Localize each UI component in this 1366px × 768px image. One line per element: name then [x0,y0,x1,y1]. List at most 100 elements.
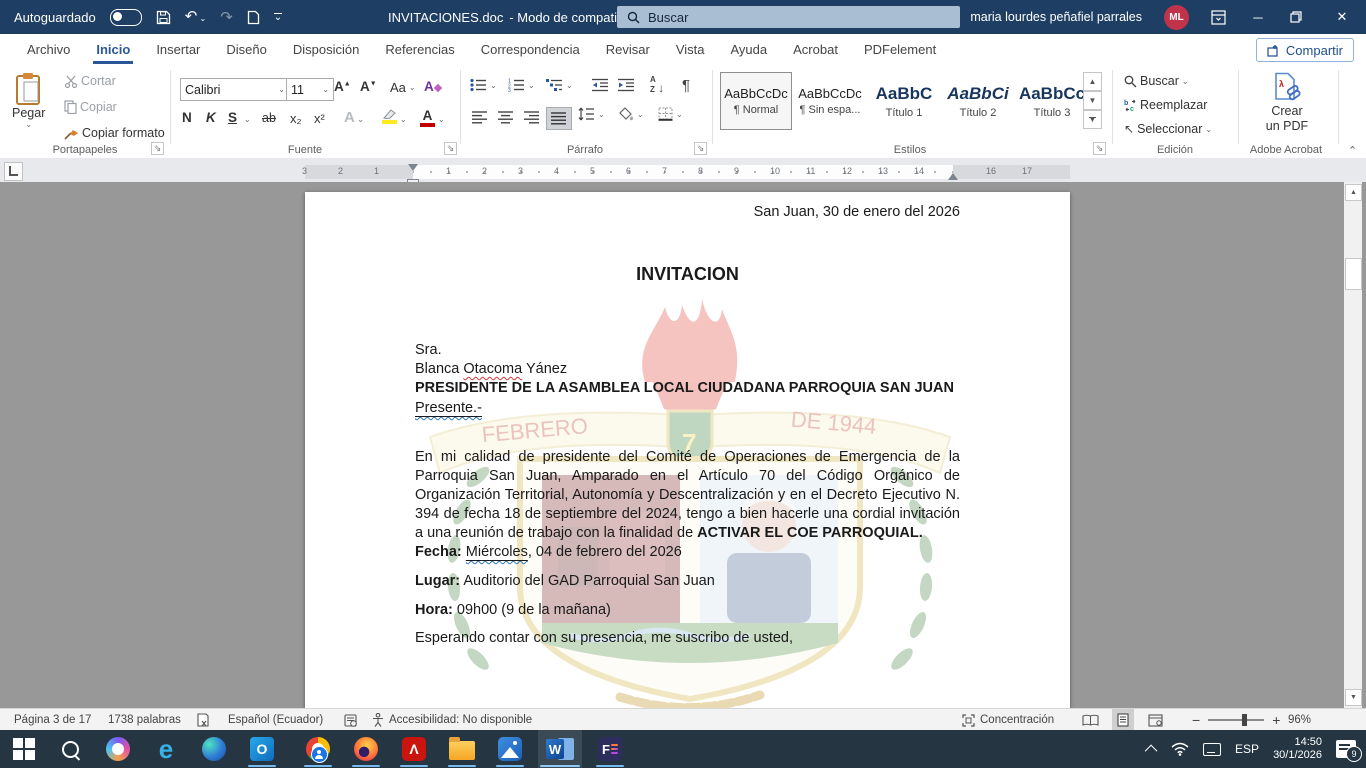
focus-mode-button[interactable]: Concentración [962,709,1054,731]
autosave-toggle[interactable] [110,9,142,26]
shrink-font-button[interactable]: A▼ [360,79,377,94]
new-document-icon[interactable] [247,10,260,25]
underline-chevron[interactable]: ⌄ [244,115,251,124]
font-color-button[interactable]: A [420,108,435,127]
right-indent-marker[interactable] [948,173,958,180]
find-button[interactable]: Buscar⌄ [1124,74,1189,88]
language-indicator[interactable]: Español (Ecuador) [228,709,323,731]
tray-expand-icon[interactable] [1145,744,1158,757]
italic-button[interactable]: K [206,110,216,125]
styles-scroll-down[interactable]: ▼ [1083,91,1102,110]
start-button[interactable] [2,730,46,768]
undo-icon[interactable]: ↶ ⌄ [185,9,207,26]
tab-revisar[interactable]: Revisar [593,34,663,64]
clock[interactable]: 14:50 30/1/2026 [1273,736,1322,762]
subscript-button[interactable]: x₂ [290,111,302,126]
notification-center-icon[interactable]: 9 [1336,740,1356,758]
word-count[interactable]: 1738 palabras [108,709,181,731]
taskbar-file-explorer-icon[interactable] [440,730,484,768]
zoom-slider[interactable] [1208,719,1264,721]
accessibility-status[interactable]: Accesibilidad: No disponible [372,709,532,731]
collapse-ribbon-button[interactable]: ⌃ [1348,144,1357,157]
restore-button[interactable] [1290,11,1310,23]
tab-inicio[interactable]: Inicio [83,34,143,64]
style-t-tulo-3[interactable]: AaBbCcTítulo 3 [1016,72,1088,130]
save-icon[interactable] [156,10,171,25]
taskbar-pdfelement-icon[interactable]: F [588,730,632,768]
highlight-chevron[interactable]: ⌄ [400,115,407,124]
minimize-button[interactable]: ─ [1248,10,1268,25]
print-layout-button[interactable] [1112,709,1134,731]
align-center-button[interactable] [494,107,518,128]
styles-dialog-launcher[interactable]: ⇘ [1093,142,1106,155]
tab-vista[interactable]: Vista [663,34,718,64]
read-mode-button[interactable] [1082,709,1099,731]
page-indicator[interactable]: Página 3 de 17 [14,709,91,731]
taskbar-search-button[interactable] [48,730,92,768]
customize-toolbar-icon[interactable]: ⌄ [274,13,282,22]
user-name[interactable]: maria lourdes peñafiel parrales [970,10,1142,24]
decrease-indent-button[interactable] [592,78,609,92]
insights-icon[interactable] [344,709,358,731]
scroll-up-button[interactable]: ▲ [1345,184,1362,201]
paste-button[interactable]: Pegar ⌄ [12,72,45,129]
justify-button[interactable] [546,107,572,130]
taskbar-outlook-icon[interactable]: O [240,730,284,768]
superscript-button[interactable]: x² [314,111,325,126]
highlight-button[interactable] [382,109,397,124]
clipboard-dialog-launcher[interactable]: ⇘ [151,142,164,155]
grow-font-button[interactable]: A▲ [334,79,351,94]
tab-pdfelement[interactable]: PDFelement [851,34,949,64]
scroll-down-button[interactable]: ▼ [1345,689,1362,706]
web-layout-button[interactable] [1148,709,1163,731]
font-color-chevron[interactable]: ⌄ [438,115,445,124]
spellcheck-icon[interactable] [196,709,210,731]
font-size-select[interactable]: 11⌄ [286,78,334,101]
taskbar-acrobat-icon[interactable]: Λ [392,730,436,768]
tab-ayuda[interactable]: Ayuda [717,34,780,64]
style--normal[interactable]: AaBbCcDc¶ Normal [720,72,792,130]
scroll-thumb[interactable] [1345,258,1362,290]
borders-button[interactable]: ⌄ [658,107,683,121]
zoom-percentage[interactable]: 96% [1288,709,1311,731]
numbering-button[interactable]: 123⌄ [508,78,535,92]
styles-more-button[interactable]: ▼ [1083,110,1102,129]
clear-formatting-button[interactable]: A [424,79,441,94]
vertical-scrollbar[interactable]: ▲ ▼ [1344,182,1362,708]
style--sin-espa-[interactable]: AaBbCcDc¶ Sin espa... [794,72,866,130]
replace-button[interactable]: bc Reemplazar [1124,98,1207,112]
taskbar-firefox-icon[interactable] [344,730,388,768]
tab-selector[interactable] [4,162,23,181]
bold-button[interactable]: N [182,110,192,125]
input-language[interactable]: ESP [1235,742,1259,756]
avatar[interactable]: ML [1164,5,1189,30]
tab-disposición[interactable]: Disposición [280,34,372,64]
multilevel-list-button[interactable]: ⌄ [546,78,573,92]
increase-indent-button[interactable] [618,78,635,92]
tab-diseño[interactable]: Diseño [213,34,279,64]
pilcrow-button[interactable]: ¶ [682,77,690,94]
text-effects-button[interactable]: A ⌄ [344,109,364,126]
tab-acrobat[interactable]: Acrobat [780,34,851,64]
taskbar-edge-icon[interactable] [192,730,236,768]
select-button[interactable]: ↖ Seleccionar⌄ [1124,122,1212,136]
zoom-out-button[interactable]: − [1192,712,1200,728]
touch-keyboard-icon[interactable] [1203,743,1221,756]
font-dialog-launcher[interactable]: ⇘ [444,142,457,155]
format-painter-button[interactable]: Copiar formato [64,126,165,140]
taskbar-word-icon[interactable]: W [538,730,582,768]
tab-archivo[interactable]: Archivo [14,34,83,64]
tab-insertar[interactable]: Insertar [143,34,213,64]
font-family-select[interactable]: Calibri⌄ [180,78,290,101]
zoom-in-button[interactable]: + [1272,712,1280,728]
line-spacing-button[interactable]: ⌄ [578,107,605,121]
taskbar-internet-explorer-icon[interactable]: e [144,730,188,768]
taskbar-copilot-icon[interactable] [96,730,140,768]
align-left-button[interactable] [468,107,492,128]
tab-correspondencia[interactable]: Correspondencia [468,34,593,64]
change-case-button[interactable]: Aa⌄ [390,80,416,95]
tab-referencias[interactable]: Referencias [372,34,467,64]
close-button[interactable]: ✕ [1332,9,1352,25]
bullets-button[interactable]: ⌄ [470,78,497,92]
create-pdf-button[interactable]: λ Crear un PDF [1252,72,1322,134]
